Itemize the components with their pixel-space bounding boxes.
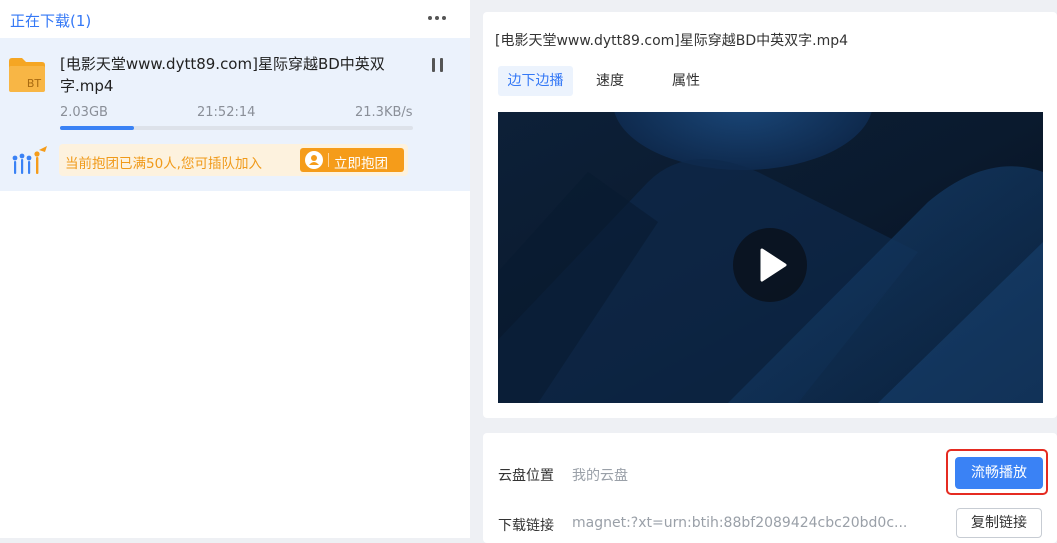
task-remaining-time: 21:52:14 [197,105,256,120]
play-icon[interactable] [733,228,807,302]
tab-properties[interactable]: 属性 [672,66,700,96]
cloud-location-label: 云盘位置 [498,468,554,484]
video-player[interactable] [498,112,1043,403]
copy-link-button[interactable]: 复制链接 [956,508,1042,538]
task-progress-fill [60,126,135,130]
task-size: 2.03GB [60,105,108,120]
group-message: 当前抱团已满50人,您可插队加入 [65,156,262,172]
detail-file-title: [电影天堂www.dytt89.com]星际穿越BD中英双字.mp4 [495,33,849,49]
task-progress-bar [60,126,413,130]
detail-panel: [电影天堂www.dytt89.com]星际穿越BD中英双字.mp4 边下边播 … [483,12,1057,418]
downloading-title[interactable]: 正在下载(1) [10,10,91,31]
join-group-label: 立即抱团 [334,156,388,172]
cloud-location-value: 我的云盘 [572,468,628,484]
tab-play-while-downloading[interactable]: 边下边播 [498,66,573,96]
info-panel: 云盘位置 我的云盘 流畅播放 下载链接 magnet:?xt=urn:btih:… [483,433,1057,543]
join-group-button[interactable]: 立即抱团 [300,148,404,172]
downloads-header: 正在下载(1) [0,0,470,38]
download-link-label: 下载链接 [498,518,554,534]
task-file-name: [电影天堂www.dytt89.com]星际穿越BD中英双字.mp4 [60,55,385,95]
group-join-banner: 当前抱团已满50人,您可插队加入 立即抱团 [59,144,408,176]
svg-text:BT: BT [27,77,42,90]
group-join-icon [305,151,323,169]
downloads-panel: 正在下载(1) BT [电影天堂www.dytt89.com]星际穿越BD中英双… [0,0,470,538]
tab-speed[interactable]: 速度 [596,66,624,96]
join-button-separator [328,153,329,167]
group-people-icon [9,144,51,178]
task-speed: 21.3KB/s [355,105,413,120]
download-task-row[interactable]: BT [电影天堂www.dytt89.com]星际穿越BD中英双字.mp4 2.… [0,38,470,191]
bt-file-icon: BT [8,55,46,93]
download-link-value: magnet:?xt=urn:btih:88bf2089424cbc20bd0c… [572,515,908,531]
pause-icon[interactable] [431,58,445,72]
smooth-play-button[interactable]: 流畅播放 [955,457,1043,489]
more-dots-icon[interactable] [428,14,448,22]
